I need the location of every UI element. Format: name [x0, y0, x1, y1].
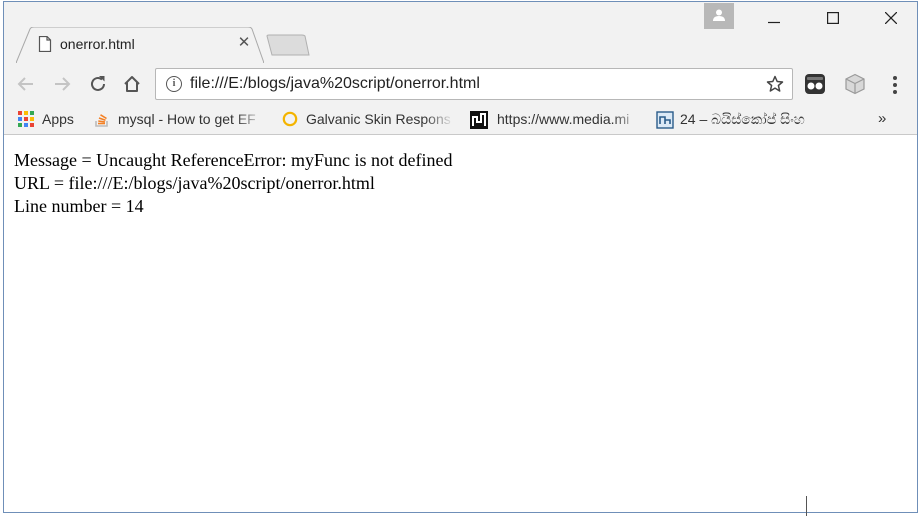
bookmark-label: mysql - How to get EF [118, 111, 256, 127]
cube-extension-icon[interactable] [844, 73, 866, 95]
person-icon [713, 9, 725, 21]
reload-icon [91, 76, 105, 91]
ring-icon [282, 111, 298, 127]
title-bar: onerror.html ✕ [4, 2, 917, 63]
apps-grid-icon [18, 111, 34, 127]
address-bar[interactable]: i file:///E:/blogs/java%20script/onerror… [155, 68, 793, 100]
bookmark-mysql[interactable]: mysql - How to get EF [94, 109, 270, 129]
profile-button[interactable] [704, 3, 734, 29]
bookmark-label: 24 – බයිස්කෝප් සිංහ [680, 111, 805, 127]
bookmarks-bar: Apps mysql - How to get EF Galvanic Skin… [4, 105, 917, 135]
page-content: Message = Uncaught ReferenceError: myFun… [4, 135, 917, 512]
back-button[interactable] [14, 72, 38, 96]
toolbar: i file:///E:/blogs/java%20script/onerror… [4, 63, 917, 105]
bookmark-media[interactable]: https://www.media.mi [470, 109, 646, 129]
bookmark-label: Galvanic Skin Respons [306, 111, 451, 127]
background-divider [806, 496, 807, 516]
error-line-number-line: Line number = 14 [14, 196, 144, 216]
bookmarks-overflow-button[interactable]: » [878, 110, 886, 127]
tab-title: onerror.html [60, 36, 135, 52]
error-message-line: Message = Uncaught ReferenceError: myFun… [14, 150, 453, 170]
page-icon [38, 36, 52, 52]
tab-close-icon[interactable]: ✕ [236, 35, 252, 51]
site-info-icon[interactable]: i [166, 76, 182, 92]
menu-button[interactable] [886, 73, 904, 97]
media-logo-icon [470, 111, 488, 129]
back-arrow-icon [17, 77, 33, 91]
close-icon [885, 12, 897, 24]
more-vert-icon [893, 76, 897, 94]
bookmark-label: Apps [42, 111, 74, 127]
minimize-icon [768, 21, 780, 24]
bookmark-star-icon[interactable] [766, 75, 784, 93]
tampermonkey-icon[interactable] [804, 73, 826, 95]
tab-active[interactable]: onerror.html ✕ [16, 27, 264, 63]
maximize-button[interactable] [810, 4, 856, 32]
close-window-button[interactable] [868, 4, 914, 32]
error-url-line: URL = file:///E:/blogs/java%20script/one… [14, 173, 375, 193]
bookmark-24-bioscope[interactable]: 24 – බයිස්කෝප් සිංහ [656, 109, 832, 129]
home-icon [124, 76, 140, 92]
reload-button[interactable] [86, 72, 110, 96]
bookmark-label: https://www.media.mi [497, 111, 630, 127]
new-tab-button[interactable] [266, 34, 310, 56]
bookmark-galvanic[interactable]: Galvanic Skin Respons [282, 109, 460, 129]
home-button[interactable] [120, 72, 144, 96]
stackoverflow-icon [94, 111, 110, 127]
bookmark-apps[interactable]: Apps [18, 109, 88, 129]
forward-button[interactable] [50, 72, 74, 96]
url-text[interactable]: file:///E:/blogs/java%20script/onerror.h… [190, 75, 480, 93]
forward-arrow-icon [55, 77, 71, 91]
tab-shape [16, 27, 264, 63]
site-logo-icon [656, 111, 674, 129]
minimize-button[interactable] [751, 4, 797, 32]
maximize-icon [827, 12, 839, 24]
browser-window: onerror.html ✕ i file:///E:/blogs/java%2… [3, 1, 918, 513]
